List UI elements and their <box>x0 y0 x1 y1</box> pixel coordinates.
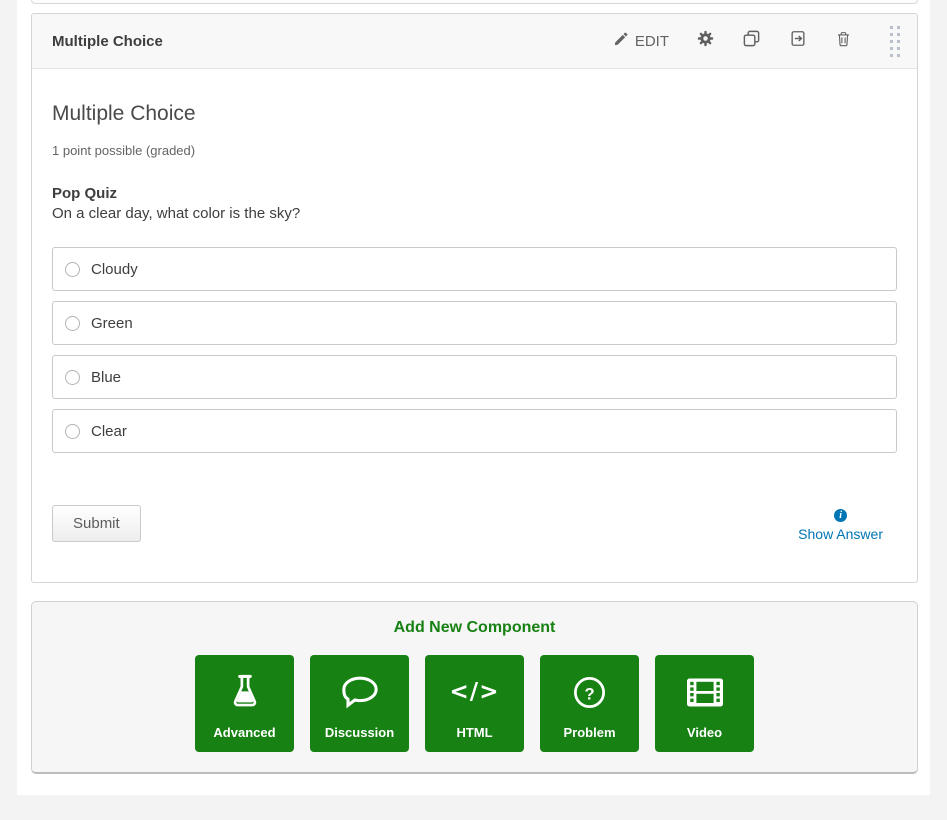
delete-button[interactable] <box>835 30 852 53</box>
component-title: Multiple Choice <box>52 33 613 50</box>
speech-bubble-icon <box>340 670 380 714</box>
duplicate-button[interactable] <box>742 29 761 53</box>
component-header: Multiple Choice EDIT <box>32 14 917 69</box>
problem-actions: Submit i Show Answer <box>52 505 897 542</box>
option-label: Blue <box>91 369 121 386</box>
drag-handle-icon[interactable] <box>886 22 904 61</box>
answer-option-cloudy[interactable]: Cloudy <box>52 247 897 291</box>
problem-preview: Multiple Choice 1 point possible (graded… <box>32 69 917 542</box>
component-actions: EDIT <box>613 22 904 61</box>
show-answer-label: Show Answer <box>798 526 883 542</box>
problem-heading: Multiple Choice <box>52 102 897 126</box>
film-icon <box>686 670 724 714</box>
add-html-button[interactable]: </> HTML <box>425 655 524 752</box>
duplicate-icon <box>742 29 761 53</box>
component-button-label: Advanced <box>213 725 275 740</box>
add-discussion-button[interactable]: Discussion <box>310 655 409 752</box>
add-problem-button[interactable]: ? Problem <box>540 655 639 752</box>
add-new-component-title: Add New Component <box>32 619 917 637</box>
question-circle-icon: ? <box>571 670 608 714</box>
answer-options: Cloudy Green Blue Clear <box>52 247 897 453</box>
pencil-icon <box>613 32 628 51</box>
previous-component-card-edge <box>31 0 918 4</box>
answer-option-clear[interactable]: Clear <box>52 409 897 453</box>
add-video-button[interactable]: Video <box>655 655 754 752</box>
multiple-choice-component-card: Multiple Choice EDIT <box>31 13 918 583</box>
edit-button[interactable]: EDIT <box>613 32 669 51</box>
settings-button[interactable] <box>697 30 714 52</box>
gear-icon <box>697 30 714 52</box>
move-icon <box>789 29 807 53</box>
show-answer-button[interactable]: i Show Answer <box>798 505 883 542</box>
component-button-label: Discussion <box>325 725 394 740</box>
add-new-component-panel: Add New Component Advanced <box>31 601 918 774</box>
answer-option-blue[interactable]: Blue <box>52 355 897 399</box>
submit-button[interactable]: Submit <box>52 505 141 542</box>
radio-button-icon[interactable] <box>65 424 80 439</box>
move-button[interactable] <box>789 29 807 53</box>
content-container: Multiple Choice EDIT <box>17 0 930 795</box>
radio-button-icon[interactable] <box>65 316 80 331</box>
radio-button-icon[interactable] <box>65 262 80 277</box>
edit-label: EDIT <box>635 33 669 50</box>
component-button-label: HTML <box>456 725 492 740</box>
option-label: Green <box>91 315 133 332</box>
component-type-buttons: Advanced Discussion </> HTML <box>32 655 917 752</box>
code-icon: </> <box>450 670 500 714</box>
option-label: Cloudy <box>91 261 138 278</box>
question-text: On a clear day, what color is the sky? <box>52 205 897 222</box>
flask-icon <box>228 670 262 714</box>
answer-option-green[interactable]: Green <box>52 301 897 345</box>
studio-unit-page: Multiple Choice EDIT <box>0 0 947 820</box>
add-advanced-button[interactable]: Advanced <box>195 655 294 752</box>
option-label: Clear <box>91 423 127 440</box>
question-title: Pop Quiz <box>52 185 897 202</box>
points-possible: 1 point possible (graded) <box>52 143 897 158</box>
info-icon: i <box>834 509 847 522</box>
component-button-label: Problem <box>563 725 615 740</box>
svg-text:?: ? <box>584 684 594 703</box>
component-button-label: Video <box>687 725 722 740</box>
radio-button-icon[interactable] <box>65 370 80 385</box>
trash-icon <box>835 30 852 53</box>
